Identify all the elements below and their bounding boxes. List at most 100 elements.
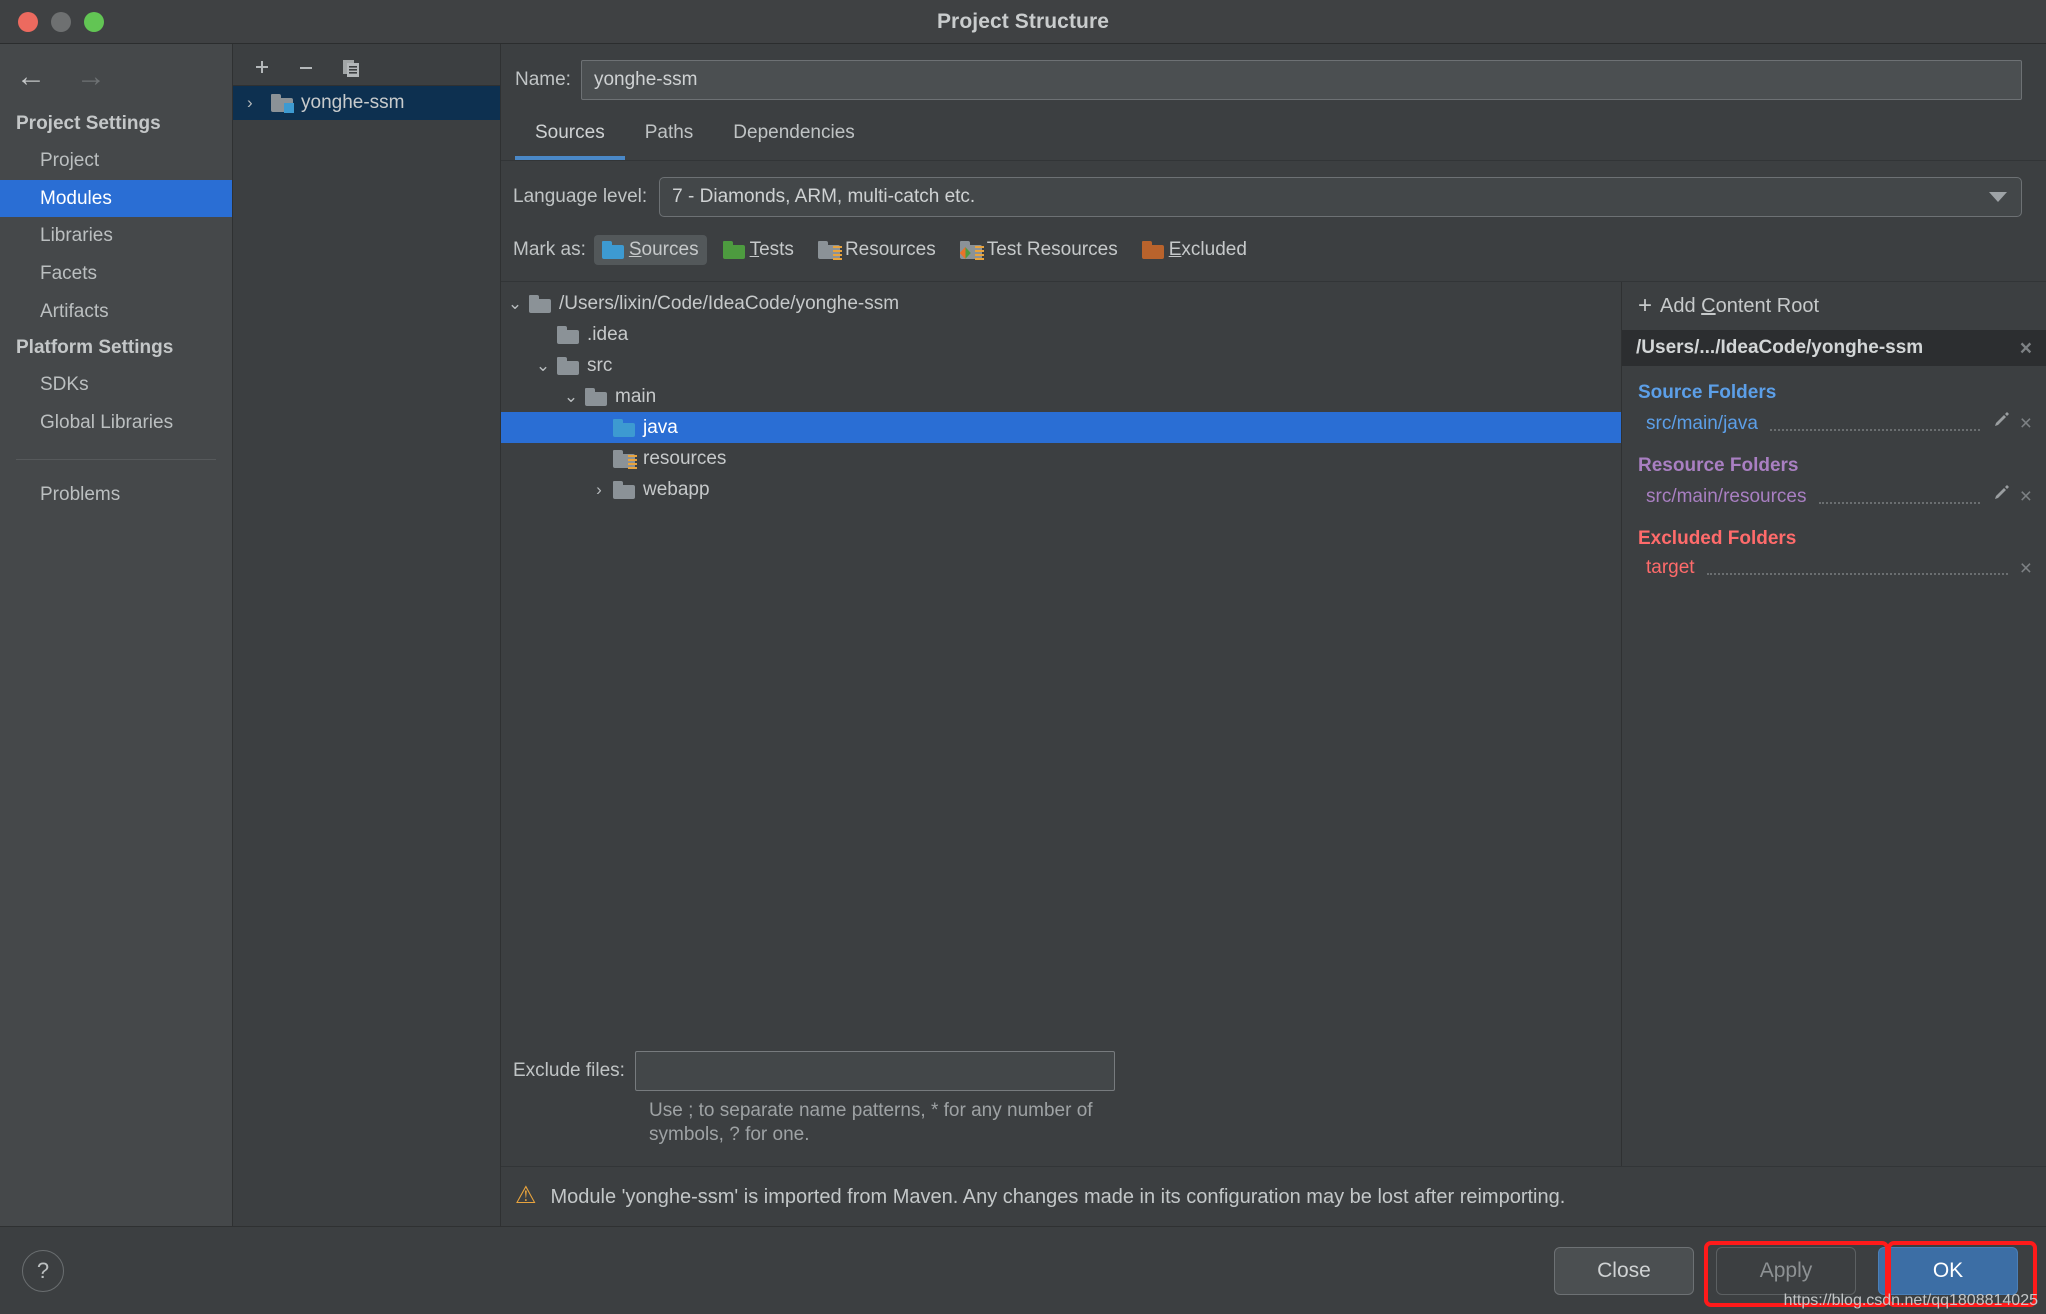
close-button[interactable]: Close [1554, 1246, 1694, 1295]
chevron-right-icon[interactable]: › [585, 480, 613, 500]
dotted-leader [1706, 561, 2008, 575]
minimize-window-button[interactable] [51, 11, 71, 32]
chevron-down-icon[interactable] [1989, 192, 2007, 202]
sidebar-item-project[interactable]: Project [0, 142, 232, 180]
sidebar-item-global-libraries[interactable]: Global Libraries [0, 404, 232, 442]
mark-as-excluded-button[interactable]: Excluded [1134, 235, 1255, 265]
language-level-value: 7 - Diamonds, ARM, multi-catch etc. [672, 186, 976, 207]
sidebar-group-platform-settings: Platform Settings [16, 337, 174, 359]
language-level-row: Language level: 7 - Diamonds, ARM, multi… [501, 161, 2046, 217]
mark-tests-mnemonic: T [749, 239, 760, 260]
excluded-folder-entry[interactable]: target × [1622, 554, 2046, 582]
sidebar-item-artifacts[interactable]: Artifacts [0, 293, 232, 331]
tree-empty-space [501, 505, 1621, 1051]
tree-row-label: .idea [587, 323, 629, 345]
tree-row-resources[interactable]: resources [501, 443, 1621, 474]
language-level-dropdown[interactable]: 7 - Diamonds, ARM, multi-catch etc. [659, 177, 2022, 217]
warning-message: Module 'yonghe-ssm' is imported from Mav… [550, 1186, 1566, 1208]
tree-row-java[interactable]: java [501, 412, 1621, 443]
mark-tests-label: ests [759, 239, 794, 260]
tree-row-main[interactable]: ⌄ main [501, 381, 1621, 412]
tab-sources[interactable]: Sources [515, 118, 625, 160]
title-bar: Project Structure [0, 0, 2046, 44]
project-structure-dialog: Project Structure ← → Project Settings P… [0, 0, 2046, 1314]
mark-as-sources-button[interactable]: Sources [593, 235, 707, 265]
remove-source-folder-icon[interactable]: × [2020, 413, 2032, 434]
source-folders-title: Source Folders [1638, 382, 1777, 403]
mark-as-tests-button[interactable]: Tests [715, 235, 802, 265]
add-content-root-mnemonic: C [1701, 294, 1716, 317]
footer-buttons: Close Apply OK [1554, 1246, 2018, 1295]
mark-as-resources-button[interactable]: Resources [810, 235, 944, 265]
mark-sources-mnemonic: S [628, 239, 642, 260]
add-content-root-button[interactable]: + Add Content Root [1622, 282, 2046, 330]
remove-excluded-folder-icon[interactable]: × [2020, 558, 2032, 579]
mark-sources-label: ources [641, 239, 699, 260]
mark-as-test-resources-button[interactable]: Test Resources [952, 235, 1126, 265]
sidebar-item-sdks[interactable]: SDKs [0, 366, 232, 404]
dialog-footer: ? Close Apply OK https://blog.csdn.net/q… [0, 1226, 2046, 1314]
chevron-down-icon[interactable]: ⌄ [557, 387, 585, 407]
window-title: Project Structure [936, 9, 1110, 33]
exclude-files-input[interactable] [634, 1050, 1115, 1091]
module-name-input[interactable]: yonghe-ssm [580, 60, 2022, 100]
close-window-button[interactable] [18, 11, 38, 32]
sidebar-group-project-settings: Project Settings [16, 113, 161, 134]
add-module-icon[interactable] [251, 57, 273, 79]
tab-paths[interactable]: Paths [625, 118, 714, 160]
resource-folders-title: Resource Folders [1638, 455, 1799, 476]
tree-row-label: main [615, 385, 657, 407]
folder-grey-icon [585, 387, 607, 406]
apply-button[interactable]: Apply [1716, 1246, 1856, 1295]
sources-content-split: ⌄ /Users/lixin/Code/IdeaCode/yonghe-ssm … [501, 281, 2046, 1166]
back-arrow-icon[interactable]: ← [16, 62, 46, 92]
edit-pencil-icon[interactable] [1992, 484, 2012, 509]
edit-pencil-icon[interactable] [1992, 411, 2012, 436]
sidebar-item-modules[interactable]: Modules [0, 179, 232, 218]
content-folder-tree: ⌄ /Users/lixin/Code/IdeaCode/yonghe-ssm … [501, 282, 1621, 505]
remove-content-root-icon[interactable]: × [2020, 338, 2032, 359]
ok-button[interactable]: OK [1878, 1246, 2018, 1295]
folder-grey-icon [557, 356, 579, 375]
folder-grey-icon [613, 480, 635, 499]
dotted-leader [1769, 417, 1980, 431]
sidebar-item-libraries[interactable]: Libraries [0, 217, 232, 255]
module-item-yonghe-ssm[interactable]: › yonghe-ssm [233, 86, 500, 120]
remove-module-icon[interactable] [295, 57, 317, 79]
tree-row-content-root[interactable]: ⌄ /Users/lixin/Code/IdeaCode/yonghe-ssm [501, 288, 1621, 319]
exclude-files-label: Exclude files: [513, 1059, 625, 1081]
mark-resources-label: Resources [844, 239, 936, 260]
copy-module-icon[interactable] [339, 56, 363, 80]
source-folder-entry[interactable]: src/main/java × [1622, 408, 2046, 439]
remove-resource-folder-icon[interactable]: × [2020, 486, 2032, 507]
watermark: https://blog.csdn.net/qq1808814025 [1783, 1292, 2038, 1309]
sidebar-item-facets[interactable]: Facets [0, 255, 232, 293]
forward-arrow-icon[interactable]: → [76, 62, 106, 92]
maximize-window-button[interactable] [84, 11, 104, 32]
module-item-label: yonghe-ssm [301, 92, 405, 113]
mark-excluded-label: xcluded [1181, 239, 1247, 260]
folder-grey-icon [557, 325, 579, 344]
chevron-down-icon[interactable]: ⌄ [501, 294, 529, 314]
module-folder-icon [271, 94, 294, 113]
tree-row-label: resources [643, 447, 727, 469]
sidebar-item-problems[interactable]: Problems [0, 476, 232, 514]
content-roots-info-pane: + Add Content Root /Users/.../IdeaCode/y… [1622, 282, 2046, 1166]
folder-green-icon [722, 241, 745, 259]
tree-row-idea[interactable]: .idea [501, 319, 1621, 350]
resource-folder-entry[interactable]: src/main/resources × [1622, 481, 2046, 512]
tree-row-webapp[interactable]: › webapp [501, 474, 1621, 505]
tree-row-label: webapp [643, 478, 710, 500]
folder-test-resources-icon [959, 241, 984, 260]
mark-excluded-mnemonic: E [1168, 239, 1182, 260]
tree-row-src[interactable]: ⌄ src [501, 350, 1621, 381]
nav-arrows: ← → [0, 52, 232, 106]
language-level-label: Language level: [513, 186, 648, 207]
dialog-body: ← → Project Settings Project Modules Lib… [0, 44, 2046, 1226]
help-button[interactable]: ? [22, 1249, 64, 1292]
content-root-header: /Users/.../IdeaCode/yonghe-ssm × [1622, 330, 2046, 366]
tab-dependencies[interactable]: Dependencies [713, 118, 874, 160]
chevron-right-icon[interactable]: › [247, 93, 263, 113]
chevron-down-icon[interactable]: ⌄ [529, 356, 557, 376]
folder-resources-icon [613, 449, 637, 469]
